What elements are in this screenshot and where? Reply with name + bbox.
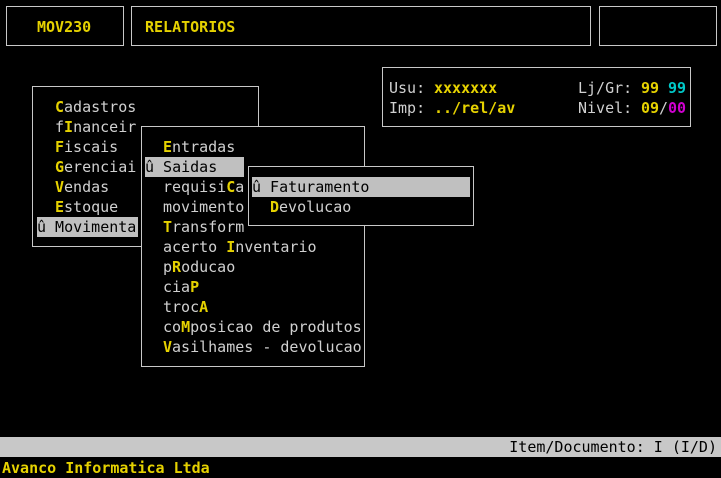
menu-item-estoque[interactable]: Estoque xyxy=(55,197,118,217)
session-info-box: Usu: xxxxxxx Lj/Gr: 99 99 Imp: ../rel/av… xyxy=(382,67,691,127)
saidas-item-faturamento[interactable]: û Faturamento xyxy=(252,177,470,197)
level-label: Nivel: xyxy=(578,99,633,117)
status-bar: Item/Documento: I (I/D) xyxy=(0,437,721,457)
screen-title: RELATORIOS xyxy=(145,18,236,36)
store-label: Lj/Gr: xyxy=(578,79,633,97)
level-value: 09 xyxy=(641,99,660,117)
store-value: 99 xyxy=(641,79,660,97)
submenu-item-transform[interactable]: Transform xyxy=(163,217,244,237)
level-separator: / xyxy=(659,99,669,117)
movimentacao-submenu: Entradas û Saidas requisiCa movimento Tr… xyxy=(141,126,365,367)
submenu-item-ciap[interactable]: ciaP xyxy=(163,277,199,297)
saidas-item-devolucao[interactable]: Devolucao xyxy=(270,197,351,217)
module-code-box: MOV230 xyxy=(6,6,124,46)
menu-item-cadastros[interactable]: Cadastros xyxy=(55,97,136,117)
menu-item-vendas[interactable]: Vendas xyxy=(55,177,109,197)
level-sub-value: 00 xyxy=(668,99,687,117)
group-value: 99 xyxy=(668,79,687,97)
submenu-item-entradas[interactable]: Entradas xyxy=(163,137,235,157)
printer-value: ../rel/av xyxy=(434,99,516,117)
menu-item-gerenciais[interactable]: Gerenciai xyxy=(55,157,136,177)
status-prompt: Item/Documento: I (I/D) xyxy=(509,438,717,456)
user-value: xxxxxxx xyxy=(434,79,498,97)
submenu-item-acerto-inventario[interactable]: acerto Inventario xyxy=(163,237,317,257)
submenu-item-movimento[interactable]: movimento xyxy=(163,197,244,217)
menu-item-movimentacao[interactable]: û Movimenta xyxy=(37,217,138,237)
submenu-item-troca[interactable]: trocA xyxy=(163,297,208,317)
screen-title-box: RELATORIOS xyxy=(131,6,591,46)
company-name: Avanco Informatica Ltda xyxy=(2,459,210,477)
header-empty-box xyxy=(599,6,717,46)
module-code: MOV230 xyxy=(37,18,92,36)
saidas-submenu: û Faturamento Devolucao xyxy=(248,166,474,226)
submenu-item-producao[interactable]: pRoducao xyxy=(163,257,235,277)
menu-item-fiscais[interactable]: Fiscais xyxy=(55,137,118,157)
submenu-item-composicao-produtos[interactable]: coMposicao de produtos xyxy=(163,317,362,337)
submenu-item-vasilhames-devolucao[interactable]: Vasilhames - devolucao xyxy=(163,337,362,357)
user-label: Usu: xyxy=(389,79,426,97)
printer-label: Imp: xyxy=(389,99,426,117)
menu-item-financeiro[interactable]: fInanceir xyxy=(55,117,136,137)
submenu-item-saidas[interactable]: û Saidas xyxy=(145,157,244,177)
submenu-item-requisicao[interactable]: requisiCa xyxy=(163,177,244,197)
